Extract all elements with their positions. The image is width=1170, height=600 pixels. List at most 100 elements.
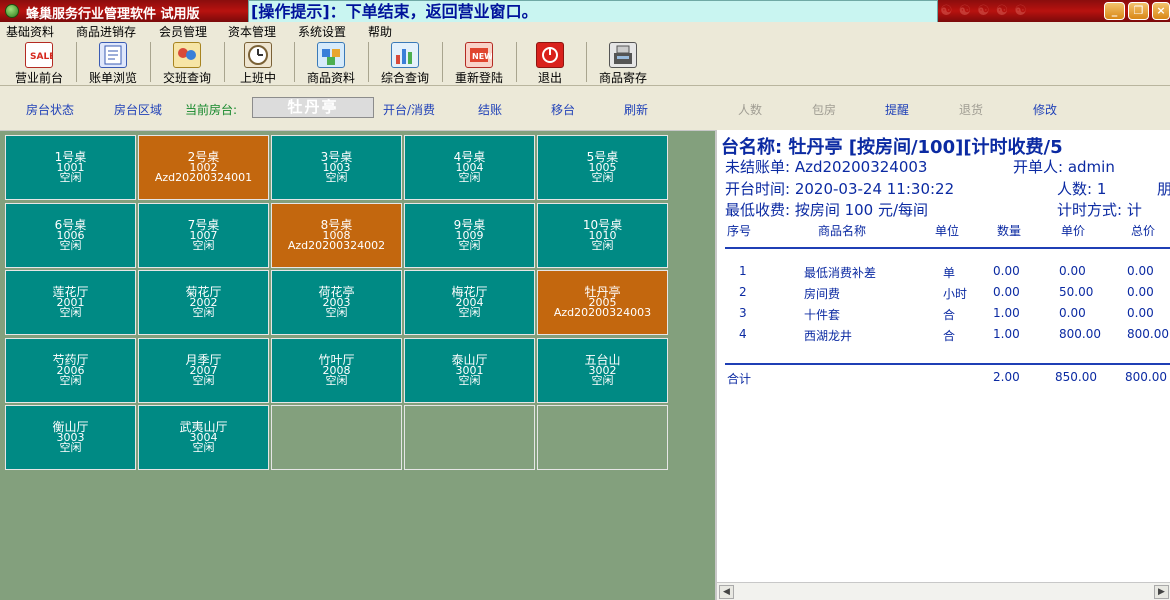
power-icon [536, 42, 564, 68]
table-header-divider [725, 247, 1170, 249]
cell-name: 十件套 [804, 308, 841, 322]
table-status: 空闲 [458, 306, 481, 319]
cell-qty: 0.00 [993, 285, 1020, 299]
col-price: 单价 [1061, 224, 1086, 238]
cell-unit: 合 [943, 329, 956, 343]
comprehensive-query-button[interactable]: 综合查询 [372, 40, 438, 85]
table-tile[interactable]: 4号桌 1004 空闲 [404, 135, 535, 200]
cell-price: 800.00 [1059, 327, 1101, 341]
table-status: 空闲 [591, 171, 614, 184]
empty-tile [404, 405, 535, 470]
table-name: 1号桌 [54, 150, 87, 164]
table-status: 空闲 [458, 238, 481, 252]
cell-total: 0.00 [1127, 264, 1154, 278]
order-detail-panel: 台名称: 牡丹亭 [按房间/100][计时收费/5 未结账单: Azd20200… [716, 130, 1170, 600]
col-total: 总价 [1131, 224, 1156, 238]
toolbar-separator [586, 42, 587, 82]
cell-name: 房间费 [804, 287, 841, 301]
comprehensive-query-label: 综合查询 [380, 71, 429, 85]
toolbar-separator [516, 42, 517, 82]
table-name: 衡山厅 [52, 420, 89, 434]
minimize-button[interactable]: _ [1104, 2, 1125, 20]
cell-unit: 合 [943, 308, 956, 322]
col-no: 序号 [727, 224, 752, 238]
restore-button[interactable]: ❐ [1128, 2, 1149, 20]
goods-icon [317, 42, 345, 68]
room-area-button[interactable]: 房台区域 [114, 101, 162, 118]
table-tile[interactable]: 芍药厅 2006 空闲 [5, 337, 136, 403]
front-desk-button[interactable]: SALE 营业前台 [6, 40, 72, 85]
on-duty-button[interactable]: 上班中 [228, 40, 288, 85]
handover-query-button[interactable]: 交班查询 [154, 40, 220, 85]
return-goods-button[interactable]: 退货 [959, 101, 983, 118]
refresh-button[interactable]: 刷新 [624, 101, 648, 118]
table-tile[interactable]: 衡山厅 3003 空闲 [5, 405, 136, 470]
table-tile[interactable]: 6号桌 1006 空闲 [5, 202, 136, 268]
sale-icon: SALE [25, 42, 55, 68]
cell-total: 0.00 [1127, 285, 1154, 299]
people-trailing: 朋 [1157, 178, 1170, 199]
room-status-button[interactable]: 房台状态 [26, 101, 74, 118]
table-status: 空闲 [59, 441, 82, 454]
private-room-button[interactable]: 包房 [812, 101, 836, 118]
action-bar: 房台状态 房台区域 当前房台: 牡丹亭 开台/消费 结账 移台 刷新 人数 包房… [0, 87, 1170, 129]
table-tile[interactable]: 8号桌 1008 Azd20200324002 [271, 202, 402, 268]
table-tile[interactable]: 武夷山厅 3004 空闲 [138, 405, 269, 470]
exit-button[interactable]: 退出 [520, 40, 580, 85]
goods-deposit-button[interactable]: 商品寄存 [590, 40, 656, 85]
open-time: 开台时间: 2020-03-24 11:30:22 [725, 180, 955, 198]
table-tile[interactable]: 莲花厅 2001 空闲 [5, 270, 136, 335]
handover-query-label: 交班查询 [162, 71, 211, 85]
cell-qty: 1.00 [993, 306, 1020, 320]
scroll-left-icon[interactable]: ◀ [719, 585, 734, 599]
modify-button[interactable]: 修改 [1033, 101, 1057, 118]
table-status: 空闲 [325, 373, 348, 387]
table-tile[interactable]: 梅花厅 2004 空闲 [404, 270, 535, 335]
table-tile[interactable]: 2号桌 1002 Azd20200324001 [138, 135, 269, 200]
open-consume-button[interactable]: 开台/消费 [383, 101, 435, 118]
move-table-button[interactable]: 移台 [551, 101, 575, 118]
people-button[interactable]: 人数 [738, 101, 762, 118]
goods-deposit-label: 商品寄存 [598, 71, 647, 85]
cell-no: 3 [739, 306, 747, 320]
table-name: 2号桌 [187, 150, 220, 164]
table-tile[interactable]: 竹叶厅 2008 空闲 [271, 337, 402, 403]
total-amount: 800.00 [1125, 370, 1167, 384]
table-name: 9号桌 [453, 217, 486, 232]
cell-name: 最低消费补差 [804, 266, 877, 280]
table-tile[interactable]: 五台山 3002 空闲 [537, 337, 668, 403]
remind-button[interactable]: 提醒 [885, 101, 909, 118]
horizontal-scrollbar[interactable]: ◀ ▶ [717, 582, 1170, 600]
cell-price: 0.00 [1059, 306, 1086, 320]
table-tile[interactable]: 荷花亭 2003 空闲 [271, 270, 402, 335]
checkout-button[interactable]: 结账 [478, 101, 502, 118]
bill-browse-button[interactable]: 账单浏览 [80, 40, 146, 85]
table-tile[interactable]: 泰山厅 3001 空闲 [404, 337, 535, 403]
col-qty: 数量 [997, 224, 1022, 238]
table-tile[interactable]: 9号桌 1009 空闲 [404, 202, 535, 268]
register-icon [609, 42, 637, 68]
cell-no: 2 [739, 285, 747, 299]
toolbar-separator [224, 42, 225, 82]
table-tile[interactable]: 3号桌 1003 空闲 [271, 135, 402, 200]
table-tile[interactable]: 7号桌 1007 空闲 [138, 202, 269, 268]
table-tile[interactable]: 菊花厅 2002 空闲 [138, 270, 269, 335]
table-tile[interactable]: 10号桌 1010 空闲 [537, 202, 668, 268]
table-status: 空闲 [192, 441, 215, 454]
chart-icon [391, 42, 419, 68]
cell-no: 4 [739, 327, 747, 341]
goods-data-label: 商品资料 [306, 71, 355, 85]
table-tile[interactable]: 5号桌 1005 空闲 [537, 135, 668, 200]
toolbar-separator [294, 42, 295, 82]
table-name: 泰山厅 [451, 352, 488, 367]
table-tile[interactable]: 月季厅 2007 空闲 [138, 337, 269, 403]
svg-text:NEW: NEW [472, 52, 492, 61]
close-button[interactable]: × [1152, 2, 1170, 20]
table-tile[interactable]: 1号桌 1001 空闲 [5, 135, 136, 200]
scroll-right-icon[interactable]: ▶ [1154, 585, 1169, 599]
cell-unit: 单 [943, 266, 956, 280]
goods-data-button[interactable]: 商品资料 [298, 40, 364, 85]
table-tile[interactable]: 牡丹亭 2005 Azd20200324003 [537, 270, 668, 335]
relogin-button[interactable]: NEW 重新登陆 [446, 40, 512, 85]
toolbar-separator [368, 42, 369, 82]
